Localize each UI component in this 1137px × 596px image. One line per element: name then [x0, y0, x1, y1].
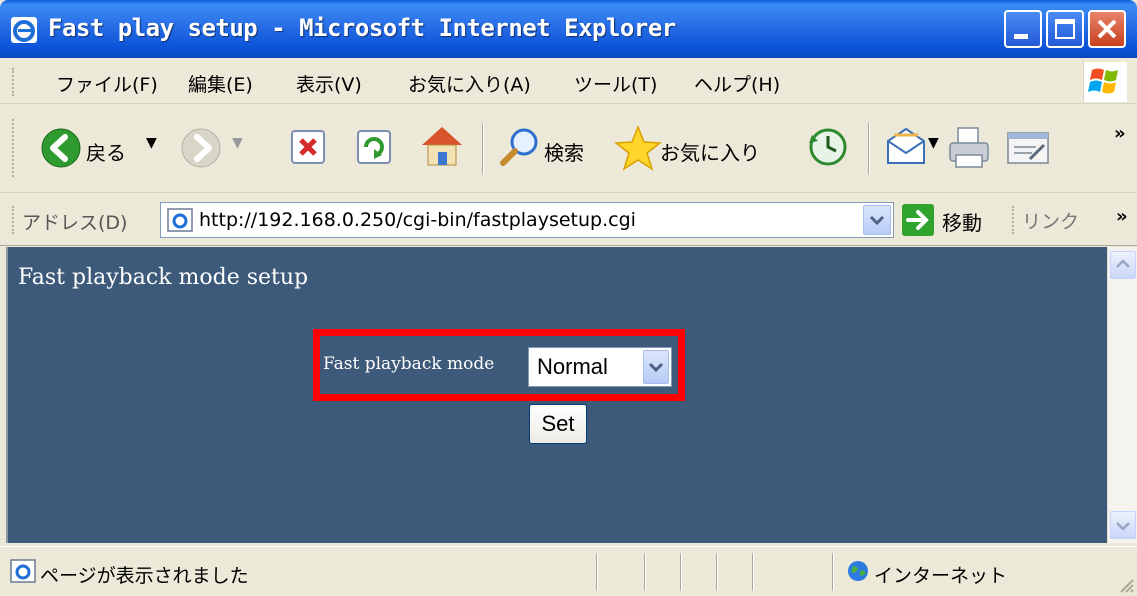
refresh-icon[interactable] — [354, 127, 394, 167]
minimize-icon — [1014, 34, 1028, 39]
windows-flag-icon — [1088, 68, 1118, 94]
mail-dropdown-icon[interactable]: ▼ — [928, 135, 939, 151]
stop-icon[interactable] — [288, 127, 328, 167]
toolbar-separator — [868, 123, 870, 175]
status-separator — [752, 553, 754, 591]
page-title: Fast playback mode setup — [18, 265, 309, 290]
window-title: Fast play setup - Microsoft Internet Exp… — [48, 14, 676, 42]
chevron-down-icon — [1116, 522, 1130, 531]
status-text: ページが表示されました — [40, 565, 249, 587]
page-icon — [167, 208, 193, 232]
search-icon[interactable] — [498, 125, 542, 169]
go-button[interactable] — [902, 204, 934, 236]
chevron-up-icon — [1116, 259, 1130, 268]
mail-icon[interactable] — [884, 127, 928, 167]
search-button-label[interactable]: 検索 — [544, 137, 584, 166]
go-arrow-icon — [906, 210, 929, 230]
print-icon[interactable] — [946, 125, 992, 171]
address-input[interactable]: http://192.168.0.250/cgi-bin/fastplayset… — [160, 202, 894, 238]
forward-dropdown-icon[interactable]: ▼ — [232, 135, 243, 151]
address-grip[interactable] — [12, 206, 16, 234]
vertical-scrollbar[interactable] — [1107, 247, 1137, 543]
status-separator — [832, 553, 834, 591]
chevron-down-icon — [648, 362, 664, 373]
address-dropdown-button[interactable] — [863, 205, 891, 235]
toolbar-separator — [482, 123, 484, 175]
security-zone-label: インターネット — [874, 565, 1008, 587]
forward-arrow-icon[interactable] — [180, 127, 222, 169]
windows-logo — [1083, 62, 1127, 102]
toolbar-grip[interactable] — [12, 119, 16, 177]
minimize-button[interactable] — [1004, 10, 1042, 48]
maximize-icon — [1055, 19, 1075, 39]
globe-icon — [848, 561, 868, 581]
title-bar: Fast play setup - Microsoft Internet Exp… — [0, 0, 1137, 58]
set-button[interactable]: Set — [529, 404, 587, 444]
toolbar-overflow-icon[interactable]: » — [1114, 123, 1126, 144]
select-value: Normal — [537, 354, 608, 379]
status-separator — [644, 553, 646, 591]
browser-window: Fast play setup - Microsoft Internet Exp… — [0, 0, 1137, 596]
back-dropdown-icon[interactable]: ▼ — [146, 135, 157, 151]
status-separator — [596, 553, 598, 591]
ie-icon — [11, 17, 37, 43]
edit-icon[interactable] — [1006, 129, 1050, 167]
home-icon[interactable] — [418, 123, 466, 169]
menu-bar: ファイル(F) 編集(E) 表示(V) お気に入り(A) ツール(T) ヘルプ(… — [0, 58, 1137, 104]
close-button[interactable] — [1088, 10, 1126, 48]
menu-grip[interactable] — [12, 68, 16, 96]
fast-playback-mode-label: Fast playback mode — [323, 354, 495, 374]
address-bar: アドレス(D) http://192.168.0.250/cgi-bin/fas… — [0, 194, 1137, 246]
back-arrow-icon[interactable] — [40, 127, 82, 169]
menu-edit[interactable]: 編集(E) — [188, 70, 253, 97]
address-url[interactable]: http://192.168.0.250/cgi-bin/fastplayset… — [199, 209, 636, 231]
fast-playback-mode-select[interactable]: Normal — [528, 347, 672, 387]
go-button-label[interactable]: 移動 — [942, 207, 982, 236]
favorites-button-label[interactable]: お気に入り — [660, 137, 760, 166]
menu-file[interactable]: ファイル(F) — [56, 70, 158, 97]
page-content: Fast playback mode setup Fast playback m… — [6, 247, 1107, 543]
chevron-down-icon — [869, 215, 885, 226]
page-done-icon — [10, 559, 36, 583]
close-icon — [1097, 19, 1117, 39]
standard-toolbar: 戻る ▼ ▼ 検索 お気に入り ▼ » — [0, 105, 1137, 193]
maximize-button[interactable] — [1046, 10, 1084, 48]
links-grip[interactable] — [1012, 206, 1016, 234]
links-overflow-icon[interactable]: » — [1116, 206, 1128, 227]
history-icon[interactable] — [806, 125, 850, 169]
address-label: アドレス(D) — [22, 212, 128, 234]
status-bar: ページが表示されました インターネット — [0, 546, 1137, 596]
status-separator — [680, 553, 682, 591]
resize-grip-icon[interactable] — [1117, 576, 1135, 594]
menu-tools[interactable]: ツール(T) — [574, 70, 657, 97]
links-label[interactable]: リンク — [1022, 207, 1079, 234]
menu-help[interactable]: ヘルプ(H) — [694, 70, 780, 97]
menu-view[interactable]: 表示(V) — [296, 70, 362, 97]
back-button-label[interactable]: 戻る — [86, 137, 126, 166]
scroll-down-button[interactable] — [1110, 511, 1136, 539]
status-separator — [716, 553, 718, 591]
favorites-star-icon[interactable] — [614, 125, 662, 171]
select-dropdown-button[interactable] — [643, 350, 669, 384]
scroll-up-button[interactable] — [1110, 251, 1136, 279]
menu-favorites[interactable]: お気に入り(A) — [408, 70, 531, 97]
